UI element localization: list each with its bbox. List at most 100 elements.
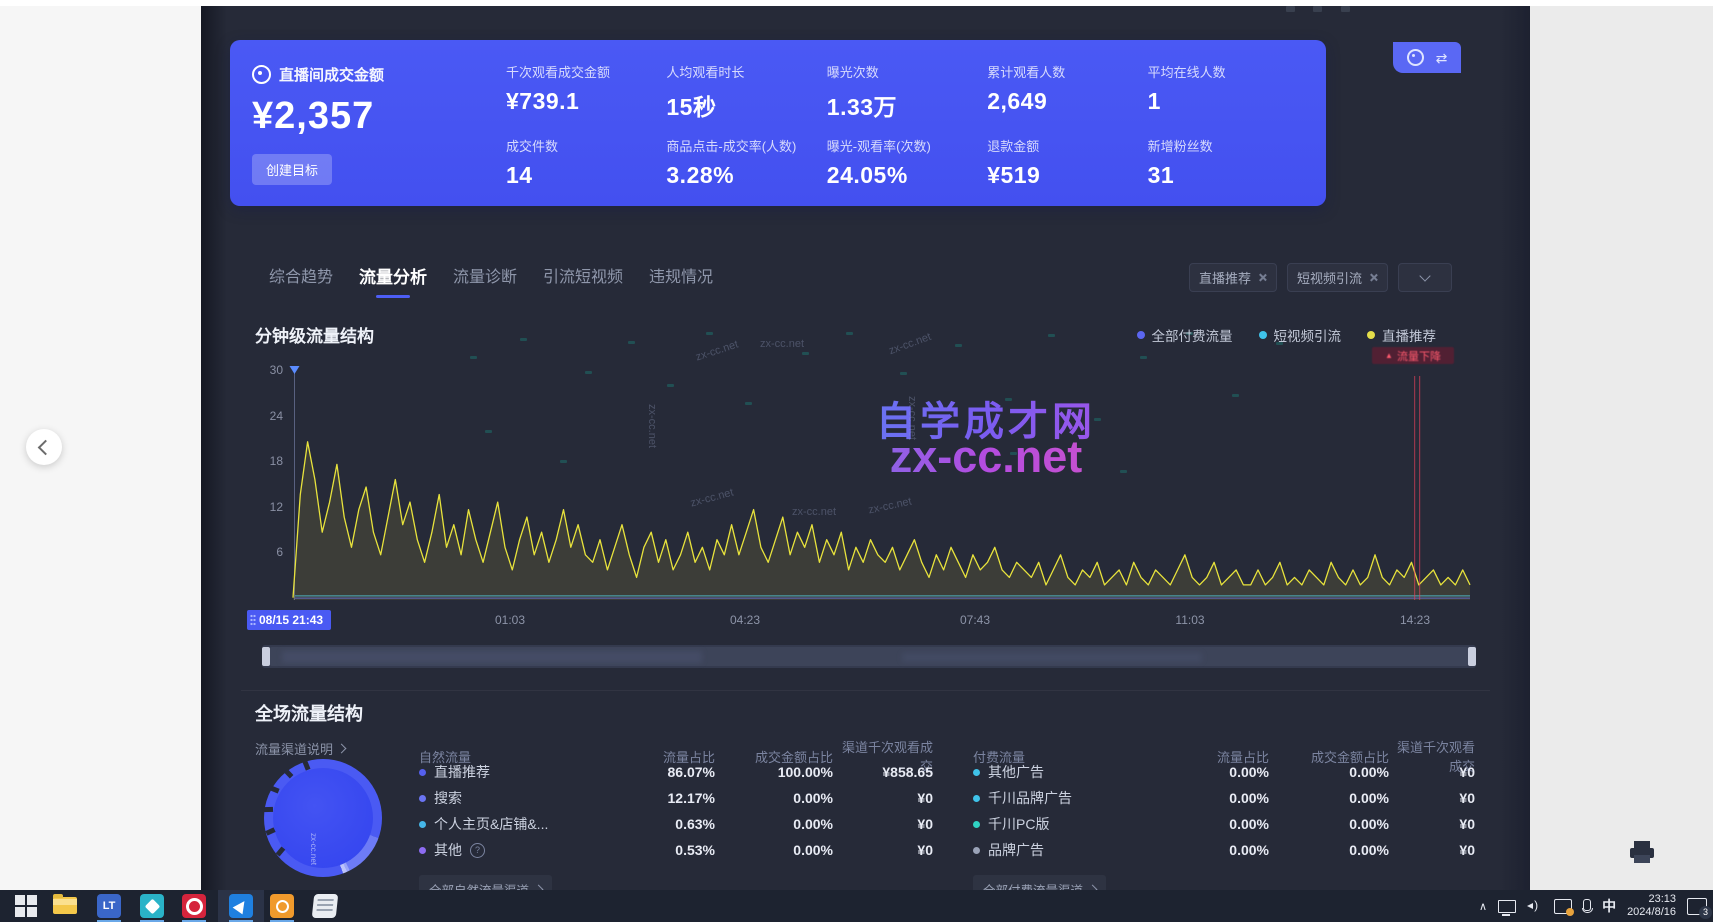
legend-dot-icon [1137,331,1145,339]
taskbar: LT ∧ 中 23:13 2024/8/16 3 [0,890,1713,922]
tab[interactable]: 流量诊断 [453,263,517,298]
teal-app-icon[interactable] [140,894,164,918]
filter-chip-label: 直播推荐 [1199,268,1251,287]
slider-handle-left[interactable] [262,647,270,666]
red-browser-icon[interactable] [182,894,206,918]
channel-dot-icon [419,795,426,802]
close-icon[interactable] [1258,273,1267,282]
metric-value: 2,649 [987,88,1147,115]
metric: 千次观看成交金额 ¥739.1 [506,62,666,124]
screenshot-tool-icon[interactable] [1554,899,1572,914]
legend-label: 全部付费流量 [1152,325,1233,345]
traffic-donut-chart[interactable]: zx-cc.net [264,759,382,877]
table-header: 付费流量 流量占比 成交金额占比 渠道千次观看成交 [973,737,1475,759]
gmv-share: 0.00% [715,816,833,832]
help-icon[interactable]: ? [470,843,485,858]
table-row[interactable]: 千川PC版 0.00% 0.00% ¥0 [973,811,1475,837]
channel-label: 搜索 [434,788,462,808]
metric-label: 人均观看时长 [666,62,826,81]
tab[interactable]: 流量分析 [359,263,427,298]
tab[interactable]: 违规情况 [649,263,713,298]
full-traffic-title: 全场流量结构 [255,700,363,726]
close-icon[interactable] [1369,273,1378,282]
metric-value: 24.05% [827,162,987,189]
clock-time: 23:13 [1648,893,1676,905]
x-tick-label: 14:23 [1380,613,1450,627]
channel-dot-icon [973,769,980,776]
metric-label: 曝光-观看率(次数) [827,136,987,155]
table-row[interactable]: 千川品牌广告 0.00% 0.00% ¥0 [973,785,1475,811]
metric: 新增粉丝数 31 [1148,136,1308,198]
table-row[interactable]: 个人主页&店铺&... 0.63% 0.00% ¥0 [419,811,933,837]
gmv-share: 100.00% [715,764,833,780]
orange-app-icon[interactable] [270,894,294,918]
metric-value: ¥739.1 [506,88,666,115]
filter-chip[interactable]: 短视频引流 [1287,263,1388,292]
minute-section-title: 分钟级流量结构 [255,322,374,347]
primary-metric-label: 直播间成交金额 [279,64,384,85]
taskbar-clock[interactable]: 23:13 2024/8/16 [1627,893,1676,919]
col-header: 成交金额占比 [715,747,833,766]
time-range-slider[interactable] [262,645,1476,668]
traffic-share: 0.00% [1169,764,1269,780]
all-natural-channels-link[interactable]: 全部自然流量渠道 [419,875,552,890]
start-button[interactable] [15,894,39,918]
metric-label: 商品点击-成交率(人数) [666,136,826,155]
alert-triangle-icon: ▲ [1385,352,1393,360]
metric-value: ¥519 [987,162,1147,189]
all-paid-channels-link[interactable]: 全部付费流量渠道 [973,875,1106,890]
metric-value: 31 [1148,162,1308,189]
printer-icon[interactable] [1628,840,1656,864]
gmv-share: 0.00% [715,842,833,858]
microphone-icon[interactable] [1583,899,1591,911]
swap-icon[interactable]: ⇄ [1436,51,1448,65]
legend-item[interactable]: 直播推荐 [1367,325,1436,345]
ime-indicator[interactable]: 中 [1602,896,1616,916]
traffic-share: 86.07% [621,764,715,780]
metric-label: 千次观看成交金额 [506,62,666,81]
filter-dropdown[interactable] [1398,263,1452,292]
slider-handle-right[interactable] [1468,647,1476,666]
gpm-value: ¥0 [833,816,933,832]
legend-item[interactable]: 全部付费流量 [1137,325,1233,345]
table-row[interactable]: 搜索 12.17% 0.00% ¥0 [419,785,933,811]
traffic-share: 0.63% [621,816,715,832]
file-explorer-icon[interactable] [53,894,77,918]
gmv-share: 0.00% [1269,842,1389,858]
channel-dot-icon [419,821,426,828]
x-tick-label: 07:43 [940,613,1010,627]
create-goal-button[interactable]: 创建目标 [252,154,332,185]
tab[interactable]: 综合趋势 [269,263,333,298]
gmv-share: 0.00% [1269,764,1389,780]
volume-icon[interactable] [1527,900,1543,912]
table-row[interactable]: 品牌广告 0.00% 0.00% ¥0 [973,837,1475,863]
dashboard-window: 直播间成交金额 ¥2,357 创建目标 千次观看成交金额 ¥739.1 人均观看… [201,6,1530,890]
channel-dot-icon [973,847,980,854]
tab[interactable]: 引流短视频 [543,263,623,298]
legend-item[interactable]: 短视频引流 [1259,325,1342,345]
page: 直播间成交金额 ¥2,357 创建目标 千次观看成交金额 ¥739.1 人均观看… [0,0,1713,922]
tray-expand-icon[interactable]: ∧ [1479,900,1487,913]
notification-center-icon[interactable]: 3 [1687,898,1707,915]
time-range-start-handle[interactable]: 08/15 21:43 [247,610,331,630]
system-tray: ∧ 中 23:13 2024/8/16 3 [1479,890,1707,922]
channel-note-link[interactable]: 流量渠道说明 [255,739,345,758]
metric-label: 新增粉丝数 [1148,136,1308,155]
traffic-share: 0.53% [621,842,715,858]
watermark-small: zx-cc.net [906,396,918,440]
metric: 累计观看人数 2,649 [987,62,1147,124]
notepad-icon[interactable] [313,894,337,918]
traffic-share: 0.00% [1169,842,1269,858]
window-control-mark [1286,6,1295,12]
gear-icon[interactable] [1407,49,1424,66]
table-row[interactable]: 其他 ? 0.53% 0.00% ¥0 [419,837,933,863]
network-icon[interactable] [1498,900,1516,913]
lt-app-icon[interactable]: LT [97,894,121,918]
traffic-alert-badge[interactable]: ▲ 流量下降 [1372,347,1454,364]
filter-chip[interactable]: 直播推荐 [1189,263,1277,292]
metrics-grid: 千次观看成交金额 ¥739.1 人均观看时长 15秒 曝光次数 1.33万 [502,40,1326,206]
gpm-value: ¥0 [1389,842,1475,858]
pointer-app-icon[interactable] [229,894,253,918]
legend-label: 直播推荐 [1382,325,1436,345]
previous-button[interactable] [26,429,62,465]
